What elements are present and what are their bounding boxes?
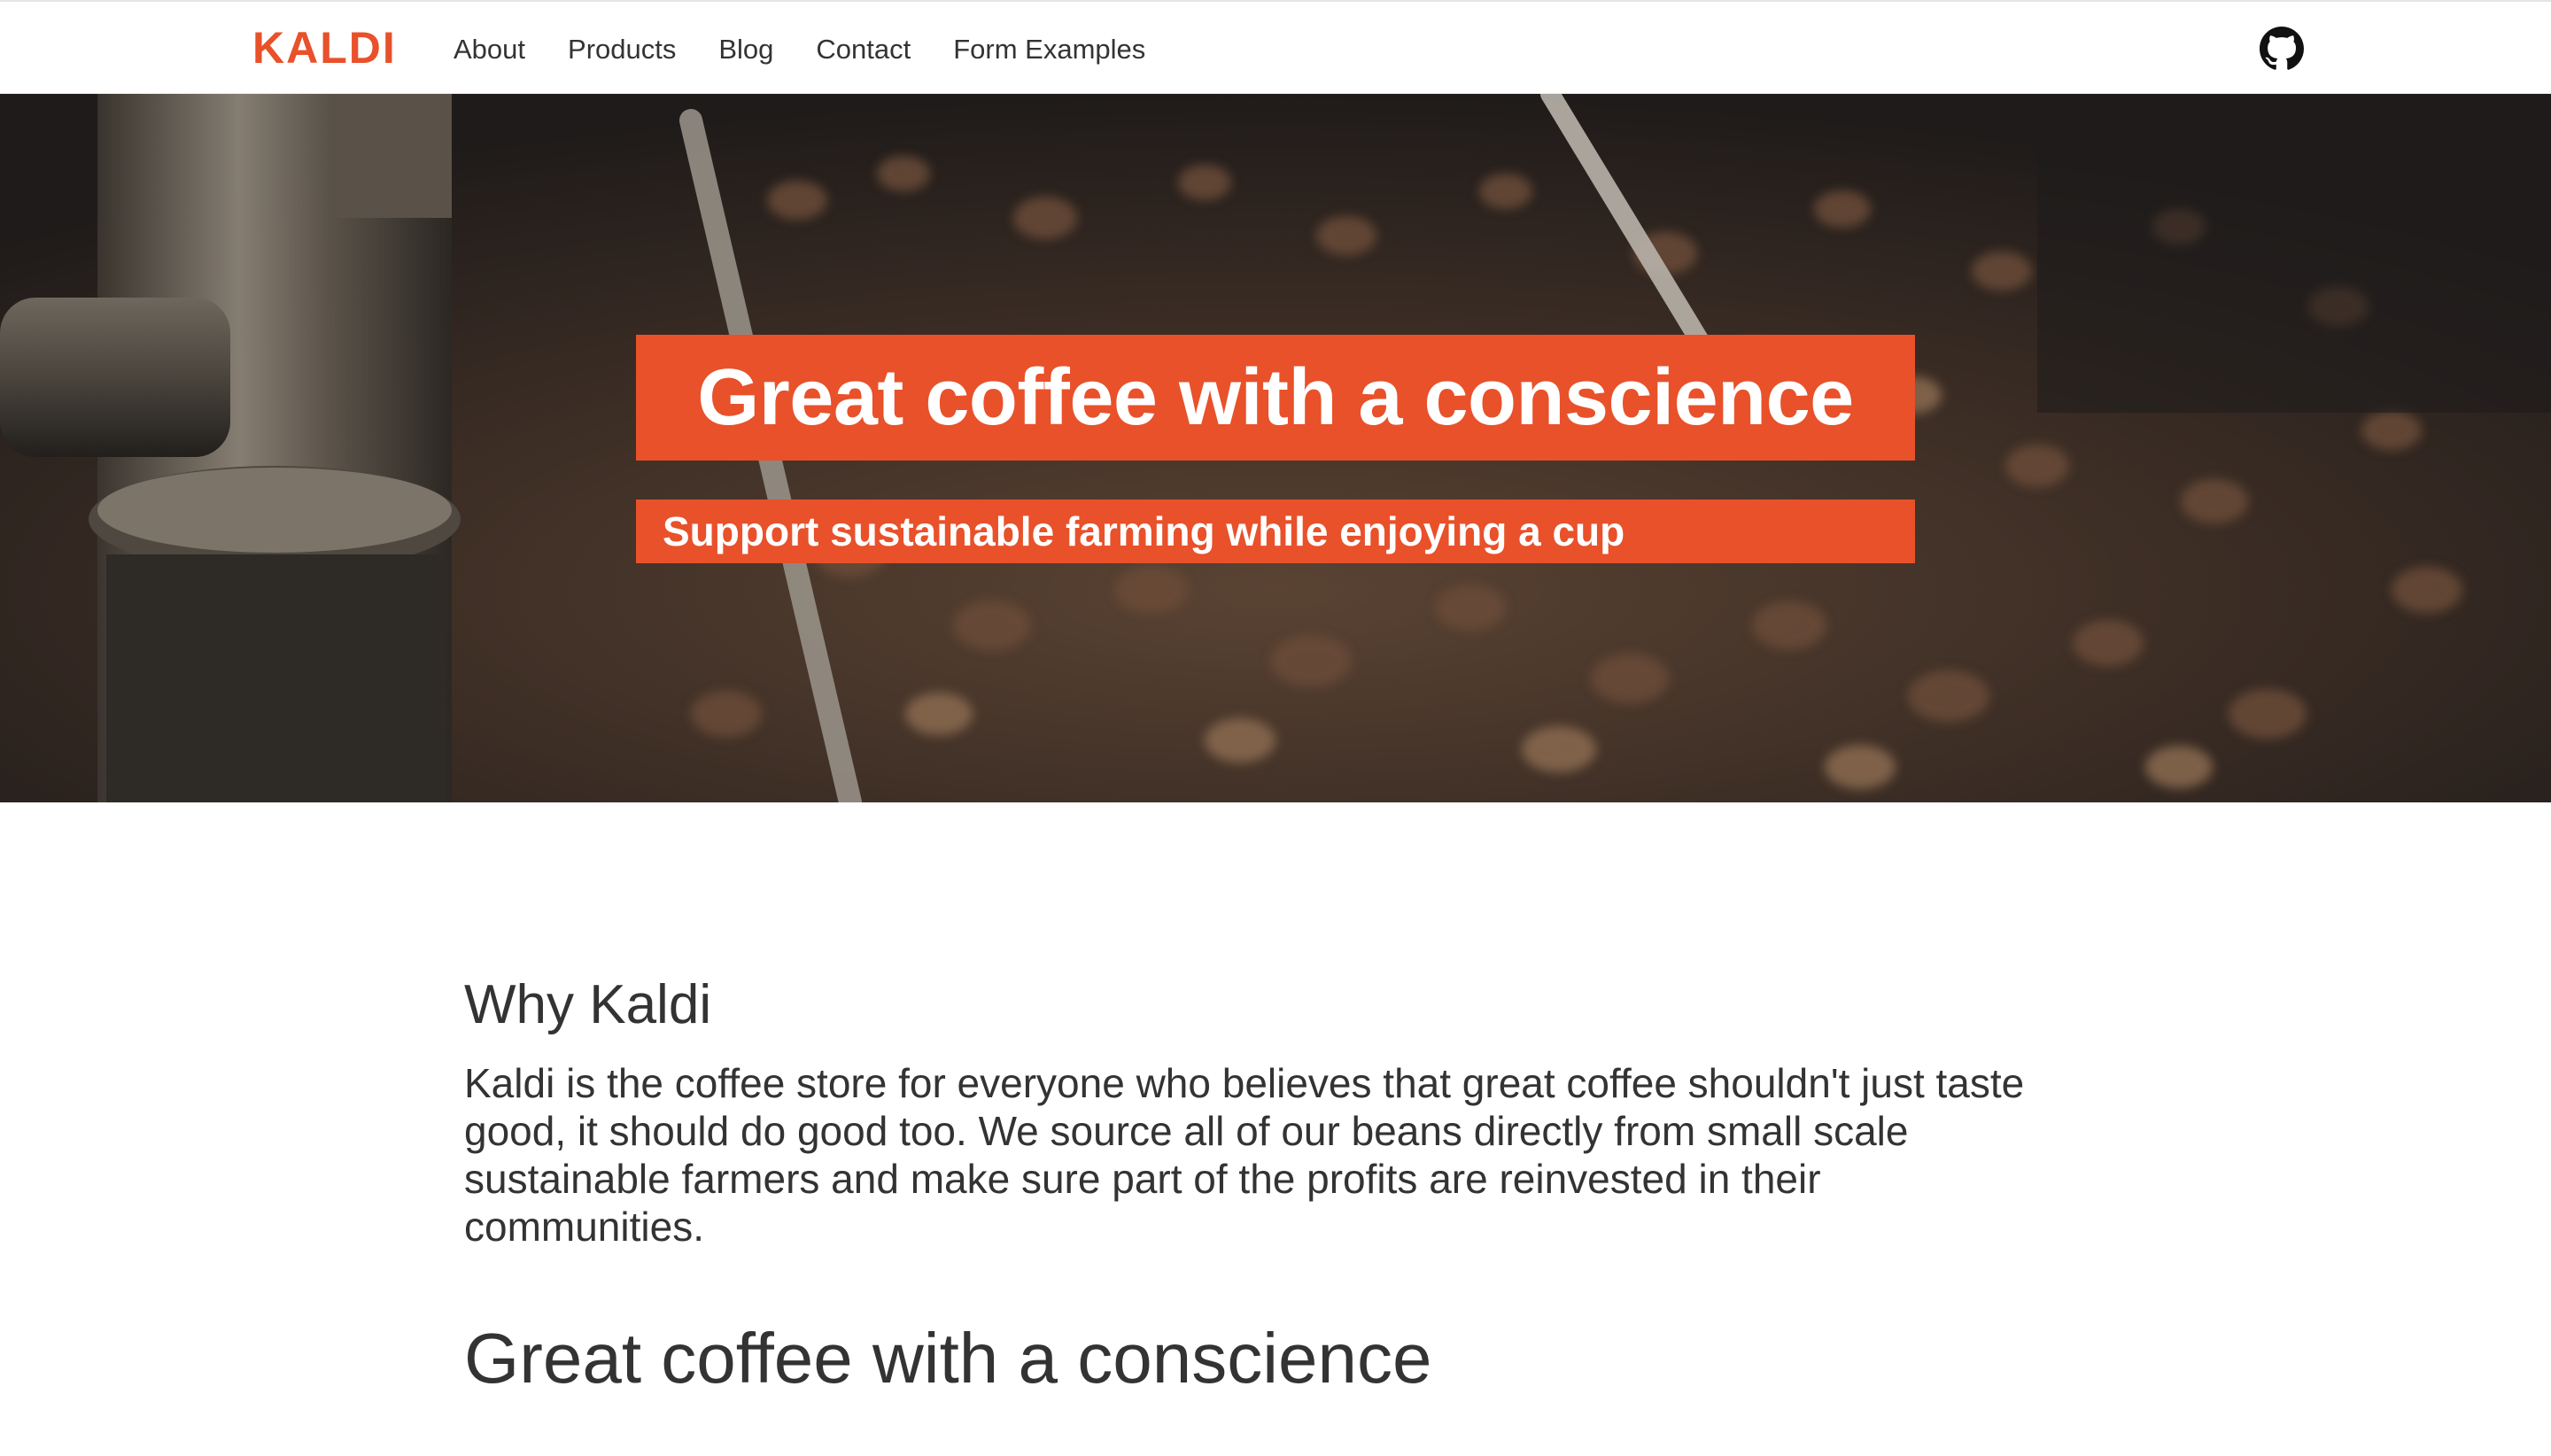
nav-form-examples-link[interactable]: Form Examples	[953, 28, 1145, 71]
hero-subtitle: Support sustainable farming while enjoyi…	[663, 508, 1625, 554]
top-navbar: KALDI About Products Blog Contact Form E…	[0, 0, 2551, 94]
github-icon[interactable]	[2260, 27, 2304, 71]
nav-products-link[interactable]: Products	[568, 28, 676, 71]
nav-about-link[interactable]: About	[454, 28, 525, 71]
why-kaldi-text: Kaldi is the coffee store for everyone w…	[464, 1060, 2025, 1250]
main-content: Why Kaldi Kaldi is the coffee store for …	[464, 965, 2059, 1403]
hero-title-box: Great coffee with a conscience	[636, 335, 1915, 461]
nav-contact-link[interactable]: Contact	[816, 28, 911, 71]
kaldi-logo[interactable]: KALDI	[252, 23, 397, 73]
hero-subtitle-box: Support sustainable farming while enjoyi…	[636, 500, 1915, 563]
why-kaldi-heading: Why Kaldi	[464, 974, 712, 1035]
main-nav: About Products Blog Contact Form Example…	[454, 28, 1188, 71]
hero-title: Great coffee with a conscience	[697, 352, 1854, 442]
hero-banner: Great coffee with a conscience Support s…	[0, 94, 2551, 802]
nav-blog-link[interactable]: Blog	[718, 28, 773, 71]
conscience-heading: Great coffee with a conscience	[464, 1319, 1432, 1398]
